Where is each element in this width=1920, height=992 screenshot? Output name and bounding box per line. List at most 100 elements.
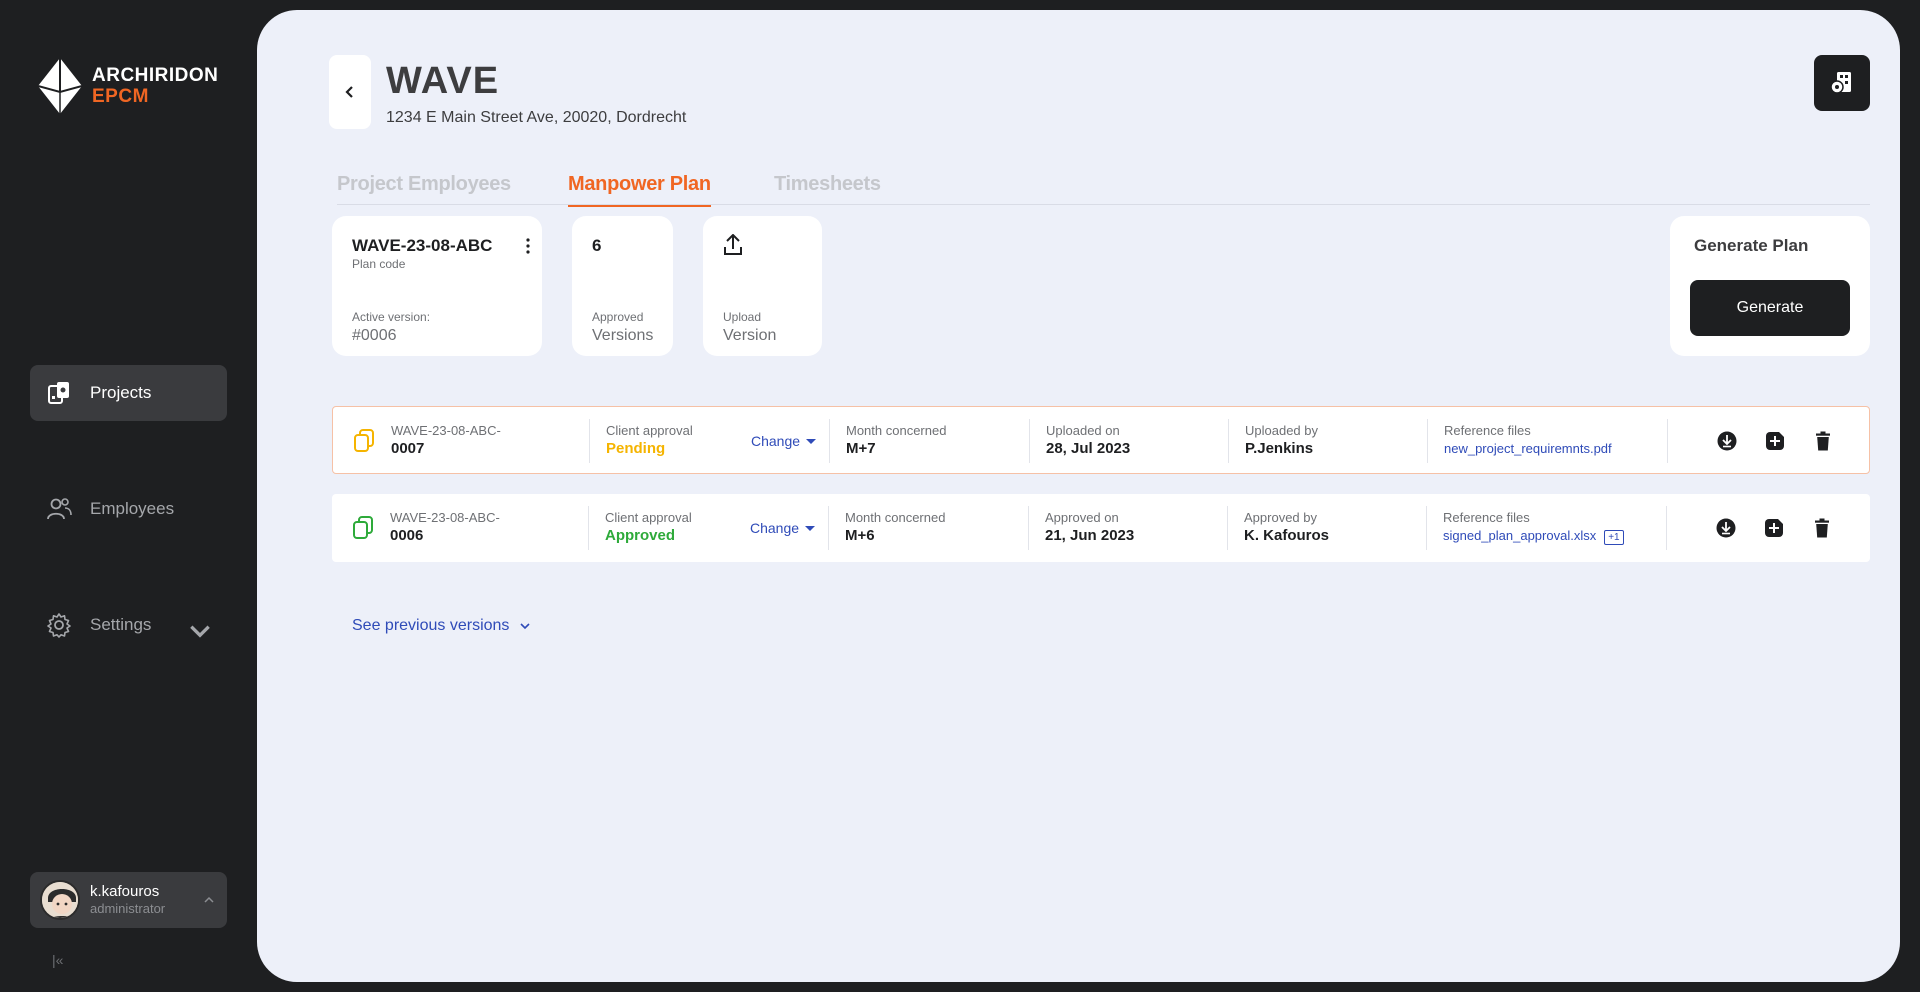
sidebar-item-label: Projects [90,383,152,402]
page-title: WAVE [386,60,500,102]
approved-sub: Versions [592,327,654,344]
approved-label: Approved [592,310,644,324]
add-document-icon[interactable] [1765,431,1785,451]
trash-icon[interactable] [1812,518,1832,538]
date-label: Uploaded on [1046,423,1120,438]
active-version-value: #0006 [352,327,397,344]
approved-versions-card: 6 Approved Versions [572,216,673,356]
sidebar-item-projects[interactable]: Projects [30,365,227,421]
change-approval-dropdown[interactable]: Change [750,520,816,536]
month-cell: Month concerned M+6 [845,510,945,546]
brand-subname: EPCM [92,86,149,107]
add-document-icon[interactable] [1764,518,1784,538]
generate-plan-title: Generate Plan [1694,236,1809,255]
plan-code-card: WAVE-23-08-ABC Plan code Active version:… [332,216,542,356]
chevron-up-icon [204,896,214,903]
by-value: P.Jenkins [1245,440,1314,457]
version-number: 0006 [390,527,424,544]
brand-name: ARCHIRIDON [92,65,219,86]
approval-label: Client approval [605,510,692,525]
change-approval-dropdown[interactable]: Change [751,433,817,449]
employees-icon [47,498,72,520]
version-number: 0007 [391,440,425,457]
avatar [40,880,80,920]
version-row: WAVE-23-08-ABC- 0007 Client approval Pen… [332,406,1870,474]
plan-code-label: Plan code [352,257,406,271]
sidebar-item-label: Settings [90,615,152,634]
date-cell: Uploaded on 28, Jul 2023 [1046,423,1130,459]
caret-down-icon [805,525,816,531]
see-previous-versions-link[interactable]: See previous versions [352,617,531,635]
back-button[interactable] [329,55,371,129]
sidebar-item-label: Employees [90,499,175,518]
download-icon[interactable] [1717,431,1737,451]
date-value: 28, Jul 2023 [1046,440,1131,457]
divider [1427,419,1428,463]
file-link[interactable]: new_project_requiremnts.pdf [1444,439,1612,459]
by-label: Uploaded by [1245,423,1318,438]
tab-timesheets[interactable]: Timesheets [774,173,881,205]
date-cell: Approved on 21, Jun 2023 [1045,510,1134,546]
approved-count: 6 [592,236,602,255]
version-row: WAVE-23-08-ABC- 0006 Client approval App… [332,494,1870,562]
user-role: administrator [90,901,166,916]
change-label: Change [751,433,801,449]
user-name: k.kafouros [90,883,160,900]
divider [1228,419,1229,463]
version-id-cell: WAVE-23-08-ABC- 0007 [391,423,501,459]
chevron-down-icon [520,623,530,630]
file-link[interactable]: signed_plan_approval.xlsx [1443,528,1596,543]
collapse-sidebar-icon[interactable]: |« [52,952,63,968]
month-label: Month concerned [846,423,947,438]
divider [829,419,830,463]
files-cell: Reference files signed_plan_approval.xls… [1443,510,1624,546]
files-cell: Reference files new_project_requiremnts.… [1444,423,1612,459]
divider [1667,419,1668,463]
version-prefix: WAVE-23-08-ABC- [391,423,501,438]
main-panel: WAVE 1234 E Main Street Ave, 20020, Dord… [257,10,1900,982]
approval-cell: Client approval Pending [606,423,693,459]
gear-icon [47,613,71,638]
sidebar-item-settings[interactable]: Settings [30,597,227,653]
upload-icon [724,234,742,255]
brand-logo[interactable]: ARCHIRIDON EPCM [38,58,218,114]
generate-button[interactable]: Generate [1690,280,1850,336]
by-cell: Uploaded by P.Jenkins [1245,423,1318,459]
project-settings-button[interactable] [1814,55,1870,111]
upload-label: Upload [723,310,762,324]
copy-document-icon [353,516,373,539]
month-label: Month concerned [845,510,946,525]
more-options-icon[interactable] [526,238,530,254]
active-version-label: Active version: [352,310,431,324]
version-prefix: WAVE-23-08-ABC- [390,510,500,525]
approval-label: Client approval [606,423,693,438]
chevron-left-icon [345,86,353,98]
see-previous-label: See previous versions [352,617,510,634]
download-icon[interactable] [1716,518,1736,538]
caret-down-icon [806,438,817,444]
trash-icon[interactable] [1813,431,1833,451]
change-label: Change [750,520,800,536]
date-value: 21, Jun 2023 [1045,527,1135,544]
plan-code: WAVE-23-08-ABC [352,236,493,255]
user-card[interactable]: k.kafouros administrator [30,872,227,928]
divider [1028,506,1029,550]
projects-icon [48,382,69,404]
upload-sub: Version [723,327,777,344]
upload-version-card[interactable]: Upload Version [703,216,822,356]
tab-manpower-plan[interactable]: Manpower Plan [568,173,711,207]
month-cell: Month concerned M+7 [846,423,946,459]
tab-project-employees[interactable]: Project Employees [337,173,511,205]
date-label: Approved on [1045,510,1119,525]
status-badge: Approved [605,527,676,544]
divider [1227,506,1228,550]
avatar-image [42,882,78,918]
files-label: Reference files [1444,423,1531,438]
generate-plan-card: Generate Plan Generate [1670,216,1870,356]
divider [828,506,829,550]
tab-bar: Project Employees Manpower Plan Timeshee… [337,165,1870,207]
more-files-badge[interactable]: +1 [1604,530,1624,545]
divider [589,419,590,463]
chevron-down-icon [190,625,210,638]
sidebar-item-employees[interactable]: Employees [30,481,227,537]
